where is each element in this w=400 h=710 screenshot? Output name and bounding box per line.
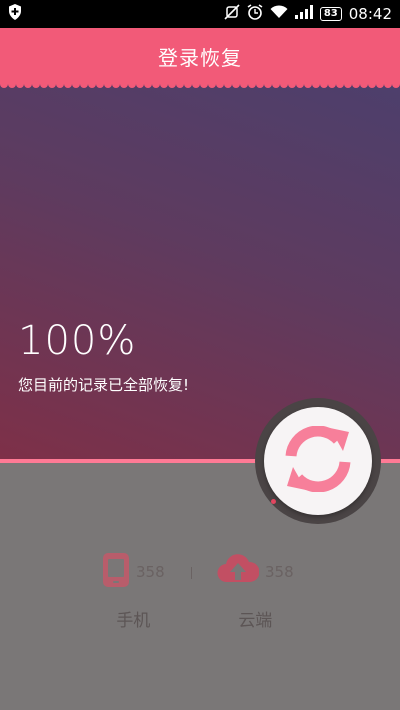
status-bar: 83 08:42 xyxy=(0,0,400,28)
sync-button[interactable] xyxy=(264,407,372,515)
progress-indicator-dot xyxy=(271,499,276,504)
phone-record-count: 358 xyxy=(136,563,165,581)
stat-cloud: 358 云端 xyxy=(217,552,294,631)
stat-divider xyxy=(191,567,192,579)
restore-status-message: 您目前的记录已全部恢复! xyxy=(18,376,190,394)
shield-icon xyxy=(8,4,22,24)
cloud-upload-icon xyxy=(217,552,260,592)
signal-icon xyxy=(294,5,313,23)
phone-icon xyxy=(102,552,130,592)
wifi-icon xyxy=(270,5,288,23)
stat-phone: 358 手机 xyxy=(102,552,165,631)
cloud-record-count: 358 xyxy=(265,563,294,581)
page-title: 登录恢复 xyxy=(158,45,242,70)
clock-time: 08:42 xyxy=(348,5,392,23)
mute-icon xyxy=(224,4,240,24)
title-bar-scalloped-edge xyxy=(0,84,400,88)
progress-percent: 100% xyxy=(18,318,137,364)
title-bar: 登录恢复 xyxy=(0,28,400,84)
alarm-icon xyxy=(247,4,263,24)
phone-label: 手机 xyxy=(116,611,151,631)
sync-icon xyxy=(283,425,353,496)
cloud-label: 云端 xyxy=(238,611,273,631)
battery-icon: 83 xyxy=(319,7,342,21)
